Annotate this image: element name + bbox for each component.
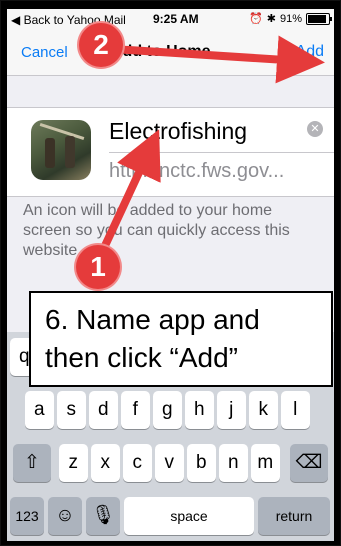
screenshot-frame: ◀ Back to Yahoo Mail 9:25 AM ⏰ ✱ 91% Can… <box>0 0 341 546</box>
arrow-to-add-button <box>112 35 325 84</box>
step-badge-2: 2 <box>79 23 123 67</box>
step-badge-1: 1 <box>76 245 120 289</box>
annotation-arrows <box>93 35 325 265</box>
